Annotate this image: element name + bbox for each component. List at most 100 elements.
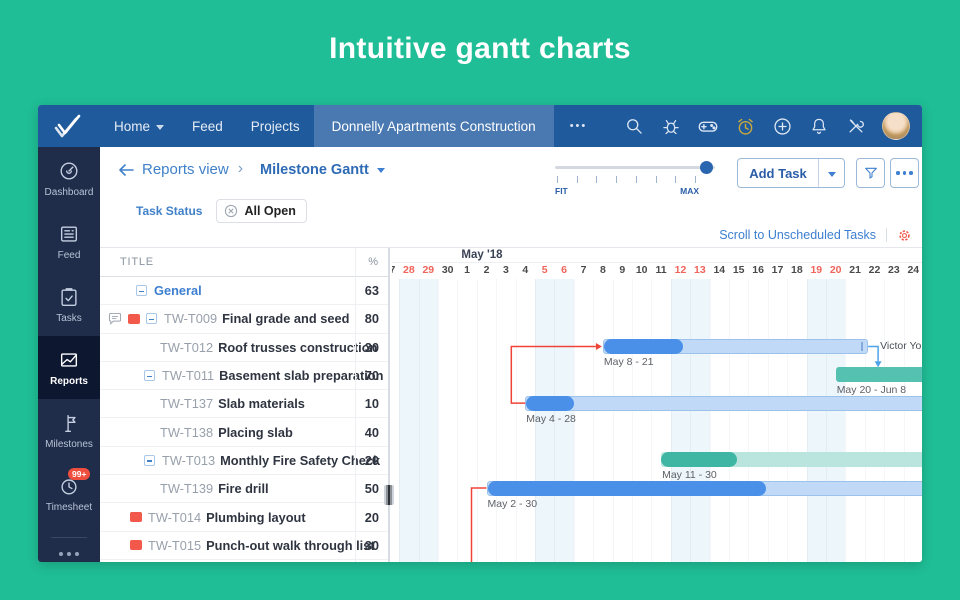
bar-may11-30[interactable] <box>661 452 922 468</box>
sidebar-item-label: Timesheet <box>45 501 93 513</box>
alarm-icon[interactable] <box>734 115 756 137</box>
add-task-button[interactable]: Add Task <box>737 158 845 188</box>
bar-may8-21[interactable] <box>602 339 869 354</box>
table-row[interactable]: TW-T014 Plumbing layout 20 <box>100 503 388 532</box>
task-title[interactable]: Monthly Fire Safety Check <box>220 453 380 468</box>
table-header: TITLE % <box>100 248 388 277</box>
reports-icon <box>58 349 80 371</box>
slider-min-label: FIT <box>555 186 568 196</box>
task-title[interactable]: Slab materials <box>218 396 305 411</box>
user-avatar[interactable] <box>882 112 910 140</box>
breadcrumb: Reports view › Milestone Gantt <box>118 160 385 178</box>
app-window: Home Feed Projects Donnelly Apartments Con… <box>38 105 922 562</box>
day-tick: 18 <box>791 264 803 276</box>
filter-label[interactable]: Task Status <box>136 204 202 218</box>
task-title[interactable]: Final grade and seed <box>222 311 349 326</box>
bell-icon[interactable] <box>808 115 830 137</box>
active-project-tab[interactable]: Donnelly Apartments Construction <box>313 105 554 147</box>
day-tick: 21 <box>849 264 861 276</box>
task-percent: 10 <box>364 396 379 412</box>
games-icon[interactable] <box>697 115 719 137</box>
bar-date-label: May 20 - Jun 8 <box>836 384 907 397</box>
app-logo[interactable] <box>38 105 100 147</box>
day-tick: 24 <box>907 264 920 276</box>
tasks-icon <box>58 286 80 308</box>
sidebar-item-timesheet[interactable]: 99+ Timesheet <box>38 462 100 525</box>
zoom-slider[interactable]: FIT MAX <box>555 161 715 196</box>
sidebar-item-feed[interactable]: Feed <box>38 210 100 273</box>
task-title[interactable]: General <box>154 283 202 298</box>
back-arrow-icon <box>119 163 134 176</box>
column-percent[interactable]: % <box>368 256 378 268</box>
day-tick: 16 <box>752 264 764 276</box>
scroll-unscheduled-link[interactable]: Scroll to Unscheduled Tasks <box>719 228 876 242</box>
gantt-body: May 8 - 21 Victor Youn May 20 - Jun 8 May 4… <box>392 279 922 562</box>
task-title[interactable]: Punch-out walk through list <box>206 538 374 553</box>
day-tick: 8 <box>599 264 606 276</box>
slider-handle[interactable] <box>700 161 713 174</box>
task-id: TW-T138 <box>160 424 214 440</box>
progress-fill <box>487 480 766 496</box>
table-row[interactable]: TW-T139 Fire drill 50 <box>100 475 388 504</box>
task-title[interactable]: Placing slab <box>218 425 293 440</box>
table-row[interactable]: TW-T137 Slab materials 10 <box>100 390 388 419</box>
nav-item-projects[interactable]: Projects <box>237 105 314 147</box>
collapse-icon[interactable] <box>144 370 155 382</box>
nav-item-home[interactable]: Home <box>100 105 178 147</box>
bar-may4-28[interactable] <box>525 395 922 411</box>
sidebar-item-tasks[interactable]: Tasks <box>38 273 100 336</box>
collapse-icon[interactable] <box>146 313 157 325</box>
weekend-shade <box>418 279 438 562</box>
search-icon[interactable] <box>623 115 645 137</box>
sidebar-divider <box>51 537 87 538</box>
sidebar-item-milestones[interactable]: Milestones <box>38 399 100 462</box>
table-row[interactable]: TW-T138 Placing slab 40 <box>100 418 388 447</box>
task-id: TW-T014 <box>148 509 202 525</box>
back-link[interactable]: Reports view <box>118 161 229 178</box>
nav-item-label: Feed <box>192 118 223 134</box>
filter-button[interactable] <box>856 158 885 188</box>
task-title[interactable]: Basement slab preparation <box>219 368 383 383</box>
bug-icon[interactable] <box>660 115 682 137</box>
settings-gear-icon[interactable] <box>897 228 912 243</box>
remove-filter-icon[interactable] <box>224 204 238 218</box>
filter-chip[interactable]: All Open <box>216 199 307 223</box>
funnel-icon <box>864 167 877 179</box>
task-title[interactable]: Fire drill <box>218 481 269 496</box>
add-task-dropdown[interactable] <box>818 159 844 187</box>
bar-may2-30[interactable] <box>486 480 922 496</box>
table-row[interactable]: TW-T011 Basement slab preparation 70 <box>100 362 388 391</box>
sidebar-more-icon[interactable] <box>38 552 100 556</box>
day-tick: 10 <box>635 264 648 276</box>
add-icon[interactable] <box>771 115 793 137</box>
collapse-icon[interactable] <box>136 285 147 297</box>
task-percent: 40 <box>364 424 379 440</box>
task-flag-icon <box>130 540 142 551</box>
weekend-shade <box>399 279 419 562</box>
day-tick: 29 <box>422 264 435 276</box>
table-row[interactable]: TW-T015 Punch-out walk through list 30 <box>100 532 388 560</box>
bar-end-handle[interactable] <box>861 342 864 351</box>
table-row[interactable]: TW-T012 Roof trusses construction 30 <box>100 334 388 362</box>
more-projects-icon[interactable]: ••• <box>554 105 604 147</box>
task-title[interactable]: Roof trusses construction <box>218 340 377 355</box>
task-title[interactable]: Plumbing layout <box>206 510 306 525</box>
table-row[interactable]: General 63 <box>100 277 388 306</box>
slider-track[interactable] <box>555 161 715 174</box>
table-row[interactable]: TW-T009 Final grade and seed 80 <box>100 305 388 334</box>
more-options-button[interactable] <box>890 158 919 188</box>
link-row: Scroll to Unscheduled Tasks <box>719 225 912 245</box>
comment-icon[interactable] <box>108 312 122 325</box>
bar-may20-jun8[interactable] <box>835 367 922 383</box>
nav-item-feed[interactable]: Feed <box>178 105 237 147</box>
view-selector[interactable]: Milestone Gantt <box>260 162 385 178</box>
tools-icon[interactable] <box>845 115 867 137</box>
panel-splitter-handle[interactable] <box>384 485 394 505</box>
column-title[interactable]: TITLE <box>120 256 154 268</box>
sidebar-item-reports[interactable]: Reports <box>38 336 100 399</box>
sidebar-item-dashboard[interactable]: Dashboard <box>38 147 100 210</box>
task-flag-icon <box>130 512 142 523</box>
table-row[interactable]: TW-T013 Monthly Fire Safety Check 20 <box>100 447 388 476</box>
collapse-icon[interactable] <box>144 454 155 466</box>
progress-fill <box>603 339 684 354</box>
